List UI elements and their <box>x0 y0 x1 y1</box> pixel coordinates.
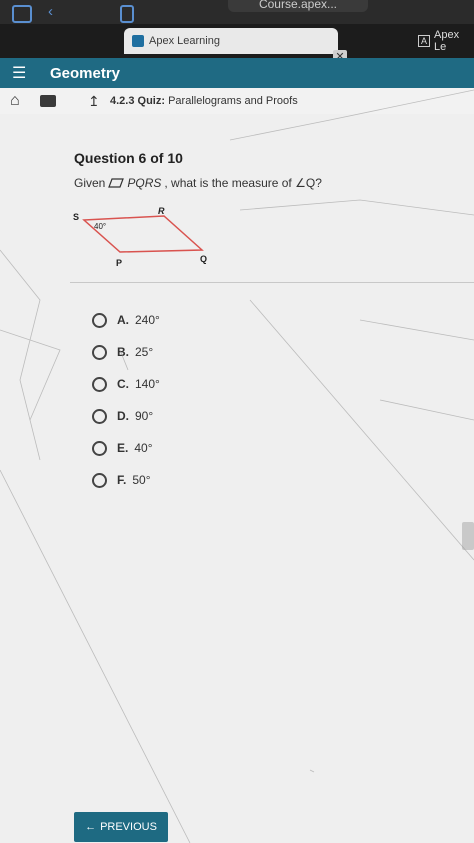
option-d[interactable]: D. 90° <box>92 400 160 432</box>
question-prefix: Given <box>74 176 106 190</box>
tab-apex-learning[interactable]: Apex Learning <box>124 28 338 54</box>
crumb-title: Parallelograms and Proofs <box>168 95 298 107</box>
option-a[interactable]: A. 240° <box>92 304 160 336</box>
option-f[interactable]: F. 50° <box>92 464 160 496</box>
quiz-content: Question 6 of 10 Given PQRS , what is th… <box>0 114 474 843</box>
browser-toolbar: ‹ Course.apex... <box>0 0 474 24</box>
option-value: 240° <box>135 313 160 327</box>
option-value: 50° <box>132 473 151 487</box>
angle-s-label: 40° <box>94 222 106 231</box>
previous-label: PREVIOUS <box>100 821 157 833</box>
scrollbar-handle[interactable] <box>462 522 474 550</box>
option-e[interactable]: E. 40° <box>92 432 160 464</box>
question-suffix: , what is the measure of ∠Q? <box>164 176 322 190</box>
option-letter: A. <box>117 313 129 327</box>
answer-options: A. 240° B. 25° C. 140° D. 90° E. 40° F. … <box>92 304 160 496</box>
arrow-left-icon: ← <box>85 821 97 833</box>
quiz-breadcrumb-bar: ⌂ ↥ 4.2.3 Quiz: Parallelograms and Proof… <box>0 88 474 115</box>
radio-button[interactable] <box>92 472 107 488</box>
tab-label: Apex Learning <box>149 35 220 47</box>
option-letter: B. <box>117 345 129 359</box>
radio-button[interactable] <box>92 376 107 392</box>
home-icon[interactable]: ⌂ <box>10 92 32 110</box>
radio-button[interactable] <box>92 312 107 328</box>
option-letter: D. <box>117 409 129 423</box>
vertex-p-label: P <box>116 258 122 268</box>
question-number: Question 6 of 10 <box>74 150 183 166</box>
option-value: 140° <box>135 377 160 391</box>
previous-button[interactable]: ← PREVIOUS <box>74 812 168 842</box>
option-letter: C. <box>117 377 129 391</box>
crumb-number: 4.2.3 <box>110 95 135 107</box>
tab-bar: S Apex Learning ✕ A Apex Le <box>0 24 474 81</box>
option-b[interactable]: B. 25° <box>92 336 160 368</box>
tabs-icon[interactable] <box>120 5 134 23</box>
breadcrumb: 4.2.3 Quiz: Parallelograms and Proofs <box>110 95 298 107</box>
briefcase-icon[interactable] <box>40 95 56 107</box>
url-bar[interactable]: Course.apex... <box>228 0 368 12</box>
up-arrow-icon[interactable]: ↥ <box>88 93 104 110</box>
crumb-type: Quiz: <box>137 95 166 107</box>
sidebar-toggle-icon[interactable] <box>12 5 32 23</box>
menu-list-icon[interactable]: ☰ <box>12 63 40 83</box>
option-value: 40° <box>134 441 153 455</box>
tab-badge-icon: A <box>418 35 431 47</box>
vertex-s-label: S <box>73 212 79 222</box>
option-c[interactable]: C. 140° <box>92 368 160 400</box>
divider <box>70 282 474 283</box>
option-letter: E. <box>117 441 129 455</box>
tab-label: Apex Le <box>434 29 460 53</box>
shape-name: PQRS <box>127 176 162 190</box>
parallelogram-figure: S R P Q 40° <box>73 206 207 268</box>
vertex-r-label: R <box>158 206 165 216</box>
course-title: Geometry <box>50 64 121 82</box>
parallelogram-symbol-icon <box>108 178 125 188</box>
tab-apex-le[interactable]: A Apex Le <box>418 28 474 54</box>
radio-button[interactable] <box>92 408 107 424</box>
option-value: 90° <box>135 409 154 423</box>
question-text: Given PQRS , what is the measure of ∠Q? <box>74 176 322 190</box>
radio-button[interactable] <box>92 344 107 360</box>
vertex-q-label: Q <box>200 254 207 264</box>
option-value: 25° <box>135 345 154 359</box>
radio-button[interactable] <box>92 440 107 456</box>
apex-favicon-icon <box>132 35 144 47</box>
option-letter: F. <box>117 473 127 487</box>
course-header: ☰ Geometry <box>0 58 474 88</box>
back-arrow-icon[interactable]: ‹ <box>48 3 53 20</box>
